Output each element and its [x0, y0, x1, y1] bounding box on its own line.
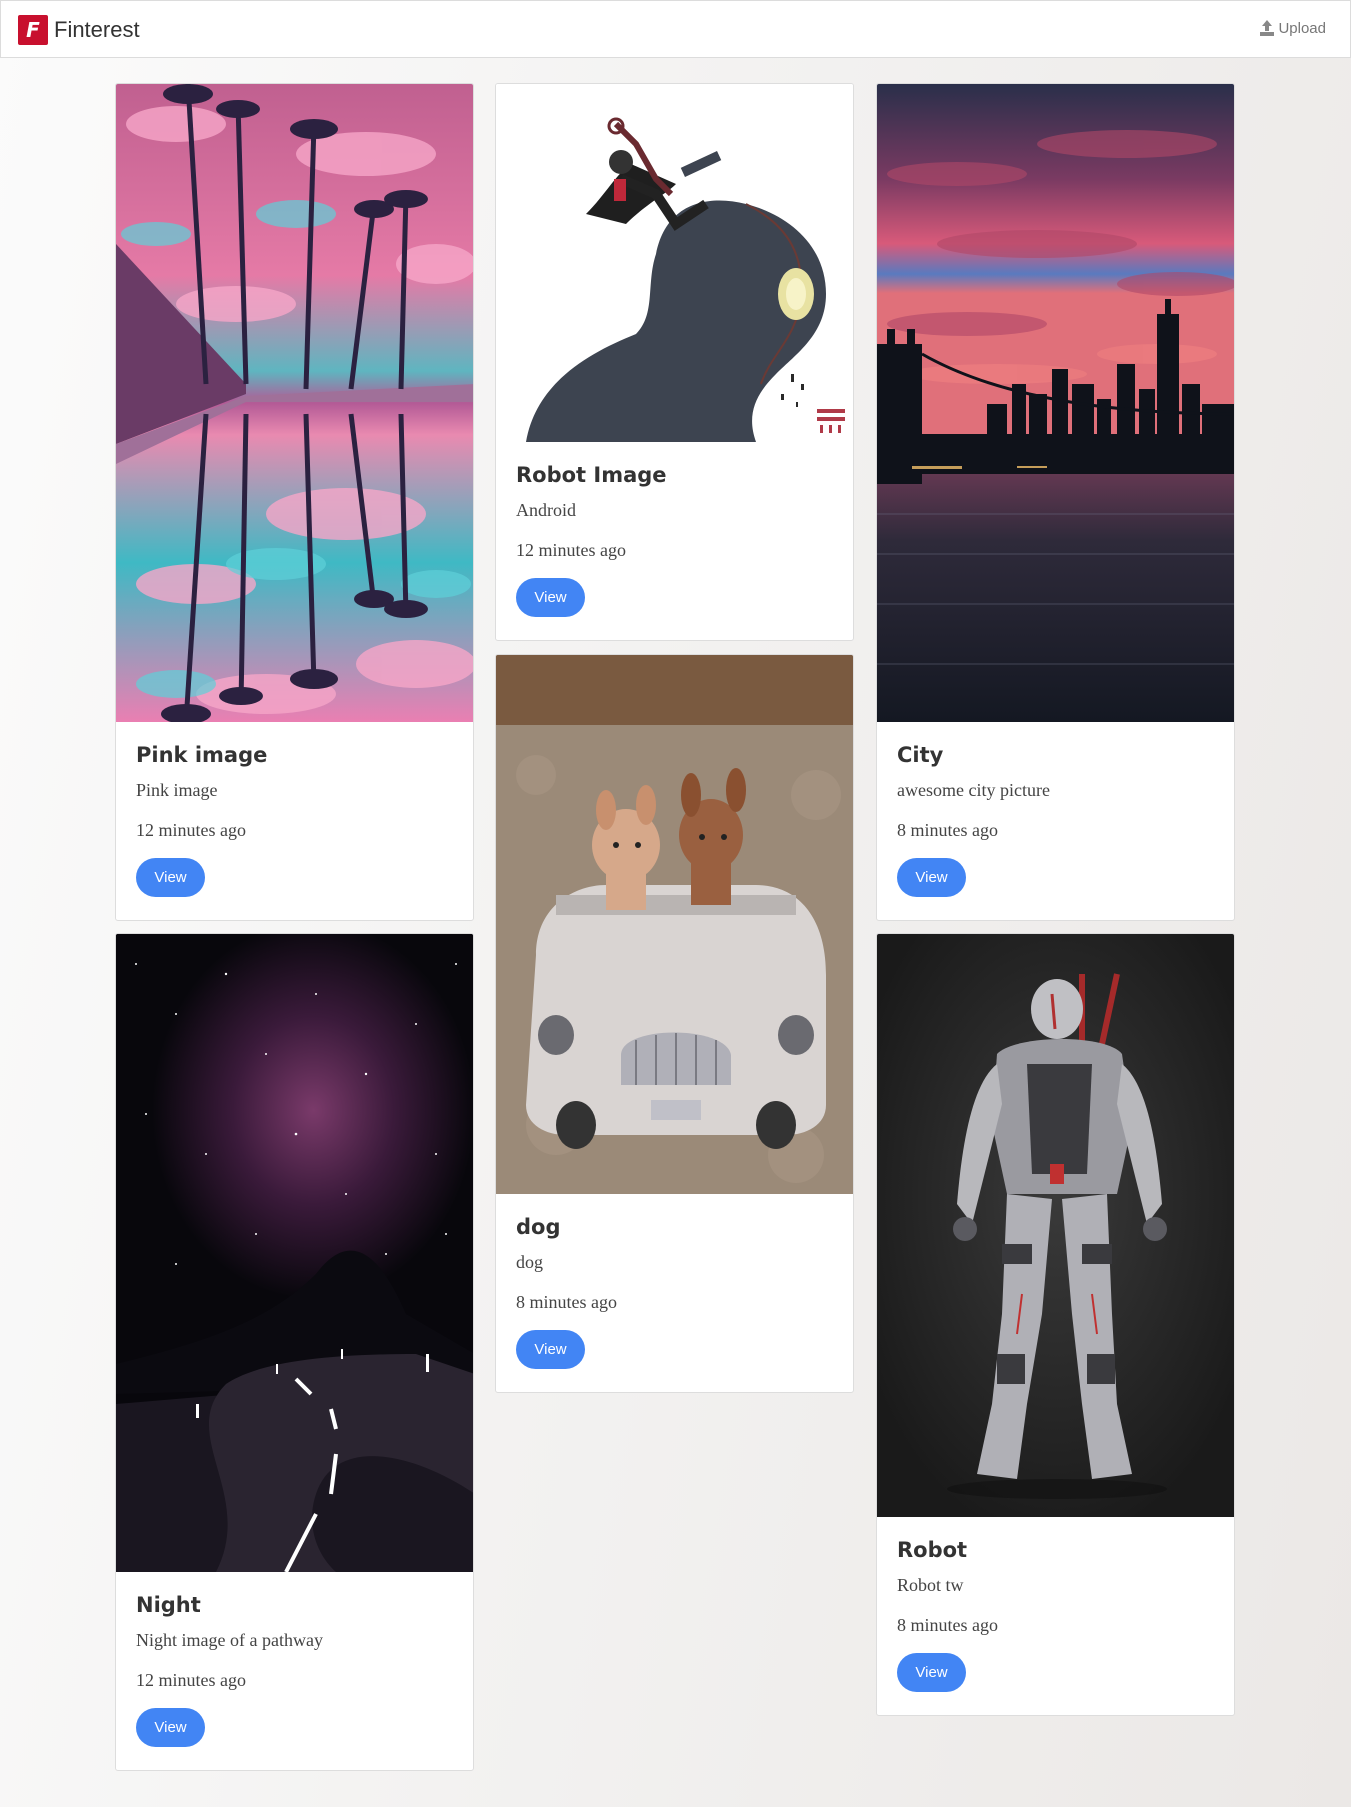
pin-card: City awesome city picture 8 minutes ago … — [876, 83, 1235, 921]
pin-timestamp: 8 minutes ago — [516, 1292, 617, 1312]
pin-title: Robot Image — [516, 463, 667, 487]
pin-image-armored-robot[interactable] — [877, 934, 1234, 1517]
pin-card: Robot Robot tw 8 minutes ago View — [876, 933, 1235, 1716]
brand[interactable]: F Finterest — [18, 15, 140, 45]
pin-timestamp: 12 minutes ago — [136, 1670, 246, 1690]
view-button[interactable]: View — [136, 1708, 205, 1747]
pin-title: Night — [136, 1593, 201, 1617]
pin-title: Robot — [897, 1538, 968, 1562]
top-navbar: F Finterest Upload — [0, 0, 1351, 58]
pin-card: Robot Image Android 12 minutes ago View — [495, 83, 854, 641]
pin-description: Night image of a pathway — [136, 1630, 323, 1650]
pin-description: Pink image — [136, 780, 218, 800]
view-button[interactable]: View — [136, 858, 205, 897]
pin-card: dog dog 8 minutes ago View — [495, 654, 854, 1393]
pin-description: awesome city picture — [897, 780, 1050, 800]
pin-timestamp: 12 minutes ago — [516, 540, 626, 560]
pin-card: Pink image Pink image 12 minutes ago Vie… — [115, 83, 474, 921]
pin-description: Android — [516, 500, 576, 520]
pin-image-robot-illustration[interactable] — [496, 84, 853, 442]
upload-icon — [1260, 20, 1275, 36]
pin-image-city-skyline[interactable] — [877, 84, 1234, 722]
pin-image-puppies-in-toy-car[interactable] — [496, 655, 853, 1194]
upload-label[interactable]: Upload — [1278, 20, 1326, 37]
view-button[interactable]: View — [516, 1330, 585, 1369]
pin-timestamp: 8 minutes ago — [897, 820, 998, 840]
view-button[interactable]: View — [516, 578, 585, 617]
pin-title: dog — [516, 1215, 561, 1239]
view-button[interactable]: View — [897, 1653, 966, 1692]
pin-title: Pink image — [136, 743, 268, 767]
pin-description: dog — [516, 1252, 543, 1272]
pin-image-pink-palms[interactable] — [116, 84, 473, 722]
pin-card: Night Night image of a pathway 12 minute… — [115, 933, 474, 1771]
pin-title: City — [897, 743, 944, 767]
upload-link[interactable]: Upload — [1259, 19, 1326, 37]
pin-timestamp: 8 minutes ago — [897, 1615, 998, 1635]
brand-name[interactable]: Finterest — [54, 17, 140, 43]
view-button[interactable]: View — [897, 858, 966, 897]
pin-image-night-road[interactable] — [116, 934, 473, 1572]
pin-timestamp: 12 minutes ago — [136, 820, 246, 840]
pin-description: Robot tw — [897, 1575, 964, 1595]
finterest-logo[interactable]: F — [18, 15, 48, 45]
